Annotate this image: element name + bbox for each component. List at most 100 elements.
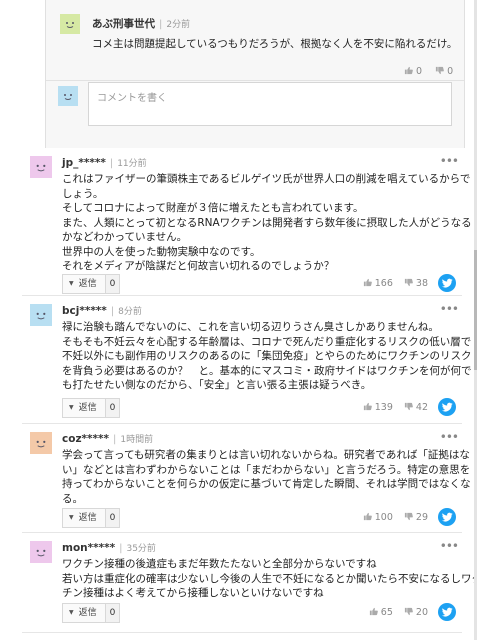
thumbs-down-icon — [404, 512, 413, 521]
like-count: 139 — [374, 402, 393, 413]
triangle-down-icon: ▼ — [69, 514, 74, 521]
avatar[interactable] — [30, 541, 52, 563]
thumbs-up-icon — [363, 512, 372, 521]
twitter-bird-icon — [441, 402, 453, 412]
comment-meta: bcj***** | 8分前 — [62, 304, 142, 317]
comment-line: そしてコロナによって財産が３倍に増えたとも言われています。 — [62, 202, 364, 214]
thumbs-down-icon — [404, 278, 413, 287]
more-menu-icon[interactable]: ••• — [440, 539, 459, 553]
twitter-share-button[interactable] — [438, 274, 456, 292]
dislike-button[interactable]: 42 — [404, 402, 428, 413]
dislike-button[interactable]: 20 — [404, 607, 428, 618]
thumbs-down-icon — [404, 607, 413, 616]
comment-item: jp_***** | 11分前 ••• これはファイザーの筆頭株主であるビルゲイツ氏… — [22, 150, 472, 294]
comment-line: それをメディアが陰謀だと何故言い切れるのでしょうか？ — [62, 260, 335, 272]
comment-votes: 166 38 — [355, 278, 428, 289]
divider — [46, 80, 464, 81]
comment-input[interactable]: コメントを書く — [88, 82, 452, 126]
comment-text: 学会って言っても研究者の集まりとは言い切れないからね。研究者であれば「証拠はな … — [62, 448, 471, 506]
like-count: 0 — [416, 66, 423, 77]
reply-thread: あぶ刑事世代 | 2分前 コメ主は問題提起しているつもりだろうが、根拠なく人を不安に… — [45, 0, 465, 148]
reply-toggle-button[interactable]: ▼ 返信 — [62, 398, 106, 418]
comment-line: また、人類にとって初となるRNAワクチンは開発者すら数年後に摂取した人がどうなる — [62, 216, 472, 229]
avatar[interactable] — [30, 432, 52, 454]
reply-label: 返信 — [78, 513, 97, 523]
like-count: 166 — [374, 278, 393, 289]
avatar[interactable] — [60, 14, 80, 34]
thumbs-up-icon — [363, 402, 372, 411]
comment-text: ワクチン接種の後遺症もまだ年数たたないと全部分からないですね 若い方は重症化の確… — [62, 557, 477, 601]
comment-line: 世界中の人を使った動物実験中なのです。 — [62, 245, 261, 258]
comment-line: も打たせたい側なのだから、「安全」と言い張る主張は疑うべき。 — [62, 379, 372, 391]
dislike-count: 0 — [447, 66, 454, 77]
username[interactable]: coz***** — [62, 433, 109, 445]
meta-separator: | — [113, 434, 117, 445]
comment-line: る。 — [62, 492, 83, 505]
twitter-bird-icon — [441, 278, 453, 288]
comment-line: かなどわかっていません。 — [62, 231, 188, 243]
comment-meta: coz***** | 1時間前 — [62, 432, 153, 445]
divider — [22, 632, 462, 633]
thumbs-up-icon — [363, 278, 372, 287]
avatar[interactable] — [30, 304, 52, 326]
reply-count: 0 — [105, 398, 121, 418]
comment-item: coz***** | 1時間前 ••• 学会って言っても研究者の集まりとは言い切れな… — [22, 426, 471, 530]
comment-votes: 100 29 — [355, 512, 428, 523]
username[interactable]: あぶ刑事世代 — [92, 18, 155, 30]
comment-line: い」などとは言わずわからないことは「まだわからない」と言うだろう。特定の意思を — [62, 463, 471, 476]
comment-line: を背負う必要はあるのか？ と。基本的にマスコミ・政府サイドはワクチンを何が何で — [62, 364, 472, 377]
comment-actions: ▼ 返信 0 — [62, 274, 121, 294]
reply-toggle-button[interactable]: ▼ 返信 — [62, 603, 106, 623]
like-button[interactable]: 166 — [363, 278, 393, 289]
reply-votes: 0 0 — [394, 66, 453, 77]
reply-toggle-button[interactable]: ▼ 返信 — [62, 274, 106, 294]
reply-count: 0 — [105, 274, 121, 294]
comment-text: 禄に治験も踏んでないのに、これを言い切る辺りうさん臭さしかありませんね。 そもそ… — [62, 320, 472, 393]
comment-line: チン接種はよく考えてから接種しないといけないですね — [62, 587, 324, 599]
more-menu-icon[interactable]: ••• — [440, 154, 459, 168]
comment-line: これはファイザーの筆頭株主であるビルゲイツ氏が世界人口の削減を唱えているからで — [62, 173, 471, 185]
username[interactable]: mon***** — [62, 542, 115, 554]
dislike-button[interactable]: 29 — [404, 512, 428, 523]
thumbs-up-icon — [369, 607, 378, 616]
reply-count: 0 — [105, 508, 121, 528]
like-button[interactable]: 65 — [369, 607, 393, 618]
twitter-share-button[interactable] — [438, 398, 456, 416]
comment-votes: 65 20 — [361, 607, 428, 618]
comment-line: 禄に治験も踏んでないのに、これを言い切る辺りうさん臭さしかありませんね。 — [62, 321, 439, 333]
dislike-count: 42 — [415, 402, 428, 413]
triangle-down-icon: ▼ — [69, 404, 74, 411]
reply-count: 0 — [105, 603, 121, 623]
twitter-share-button[interactable] — [438, 603, 456, 621]
comment-line: ワクチン接種の後遺症もまだ年数たたないと全部分からないですね — [62, 558, 377, 570]
reply-text: コメ主は問題提起しているつもりだろうが、根拠なく人を不安に陥れるだけ。 — [92, 38, 458, 50]
comment-line: 若い方は重症化の確率は少ないし今後の人生で不妊になるとか聞いたら不安になるしワク — [62, 572, 477, 585]
avatar — [58, 86, 78, 106]
more-menu-icon[interactable]: ••• — [440, 430, 459, 444]
comment-votes: 139 42 — [355, 402, 428, 413]
twitter-share-button[interactable] — [438, 508, 456, 526]
username[interactable]: jp_***** — [62, 157, 106, 169]
username[interactable]: bcj***** — [62, 305, 107, 317]
dislike-button[interactable]: 38 — [404, 278, 428, 289]
dislike-button[interactable]: 0 — [435, 66, 453, 77]
reply-label: 返信 — [78, 279, 97, 289]
triangle-down-icon: ▼ — [69, 609, 74, 616]
comment-line: しょう。 — [62, 187, 104, 200]
comment-actions: ▼ 返信 0 — [62, 603, 121, 623]
thumbs-down-icon — [435, 66, 444, 75]
avatar[interactable] — [30, 156, 52, 178]
comment-line: 学会って言っても研究者の集まりとは言い切れないからね。研究者であれば「証拠はな — [62, 449, 470, 461]
comment-item: mon***** | 35分前 ••• ワクチン接種の後遺症もまだ年数たたないと全部… — [22, 535, 477, 631]
like-button[interactable]: 0 — [404, 66, 422, 77]
timestamp: 1時間前 — [120, 435, 154, 445]
comment-line: 持ってわからないことを何らかの仮定に基づいて肯定した瞬間、それは学問ではなくな — [62, 478, 471, 490]
more-menu-icon[interactable]: ••• — [440, 302, 459, 316]
comment-actions: ▼ 返信 0 — [62, 508, 121, 528]
like-button[interactable]: 139 — [363, 402, 393, 413]
comment-thread: あぶ刑事世代 | 2分前 コメ主は問題提起しているつもりだろうが、根拠なく人を不安に… — [0, 0, 477, 640]
like-button[interactable]: 100 — [363, 512, 393, 523]
triangle-down-icon: ▼ — [69, 280, 74, 287]
reply-toggle-button[interactable]: ▼ 返信 — [62, 508, 106, 528]
comment-actions: ▼ 返信 0 — [62, 398, 121, 418]
